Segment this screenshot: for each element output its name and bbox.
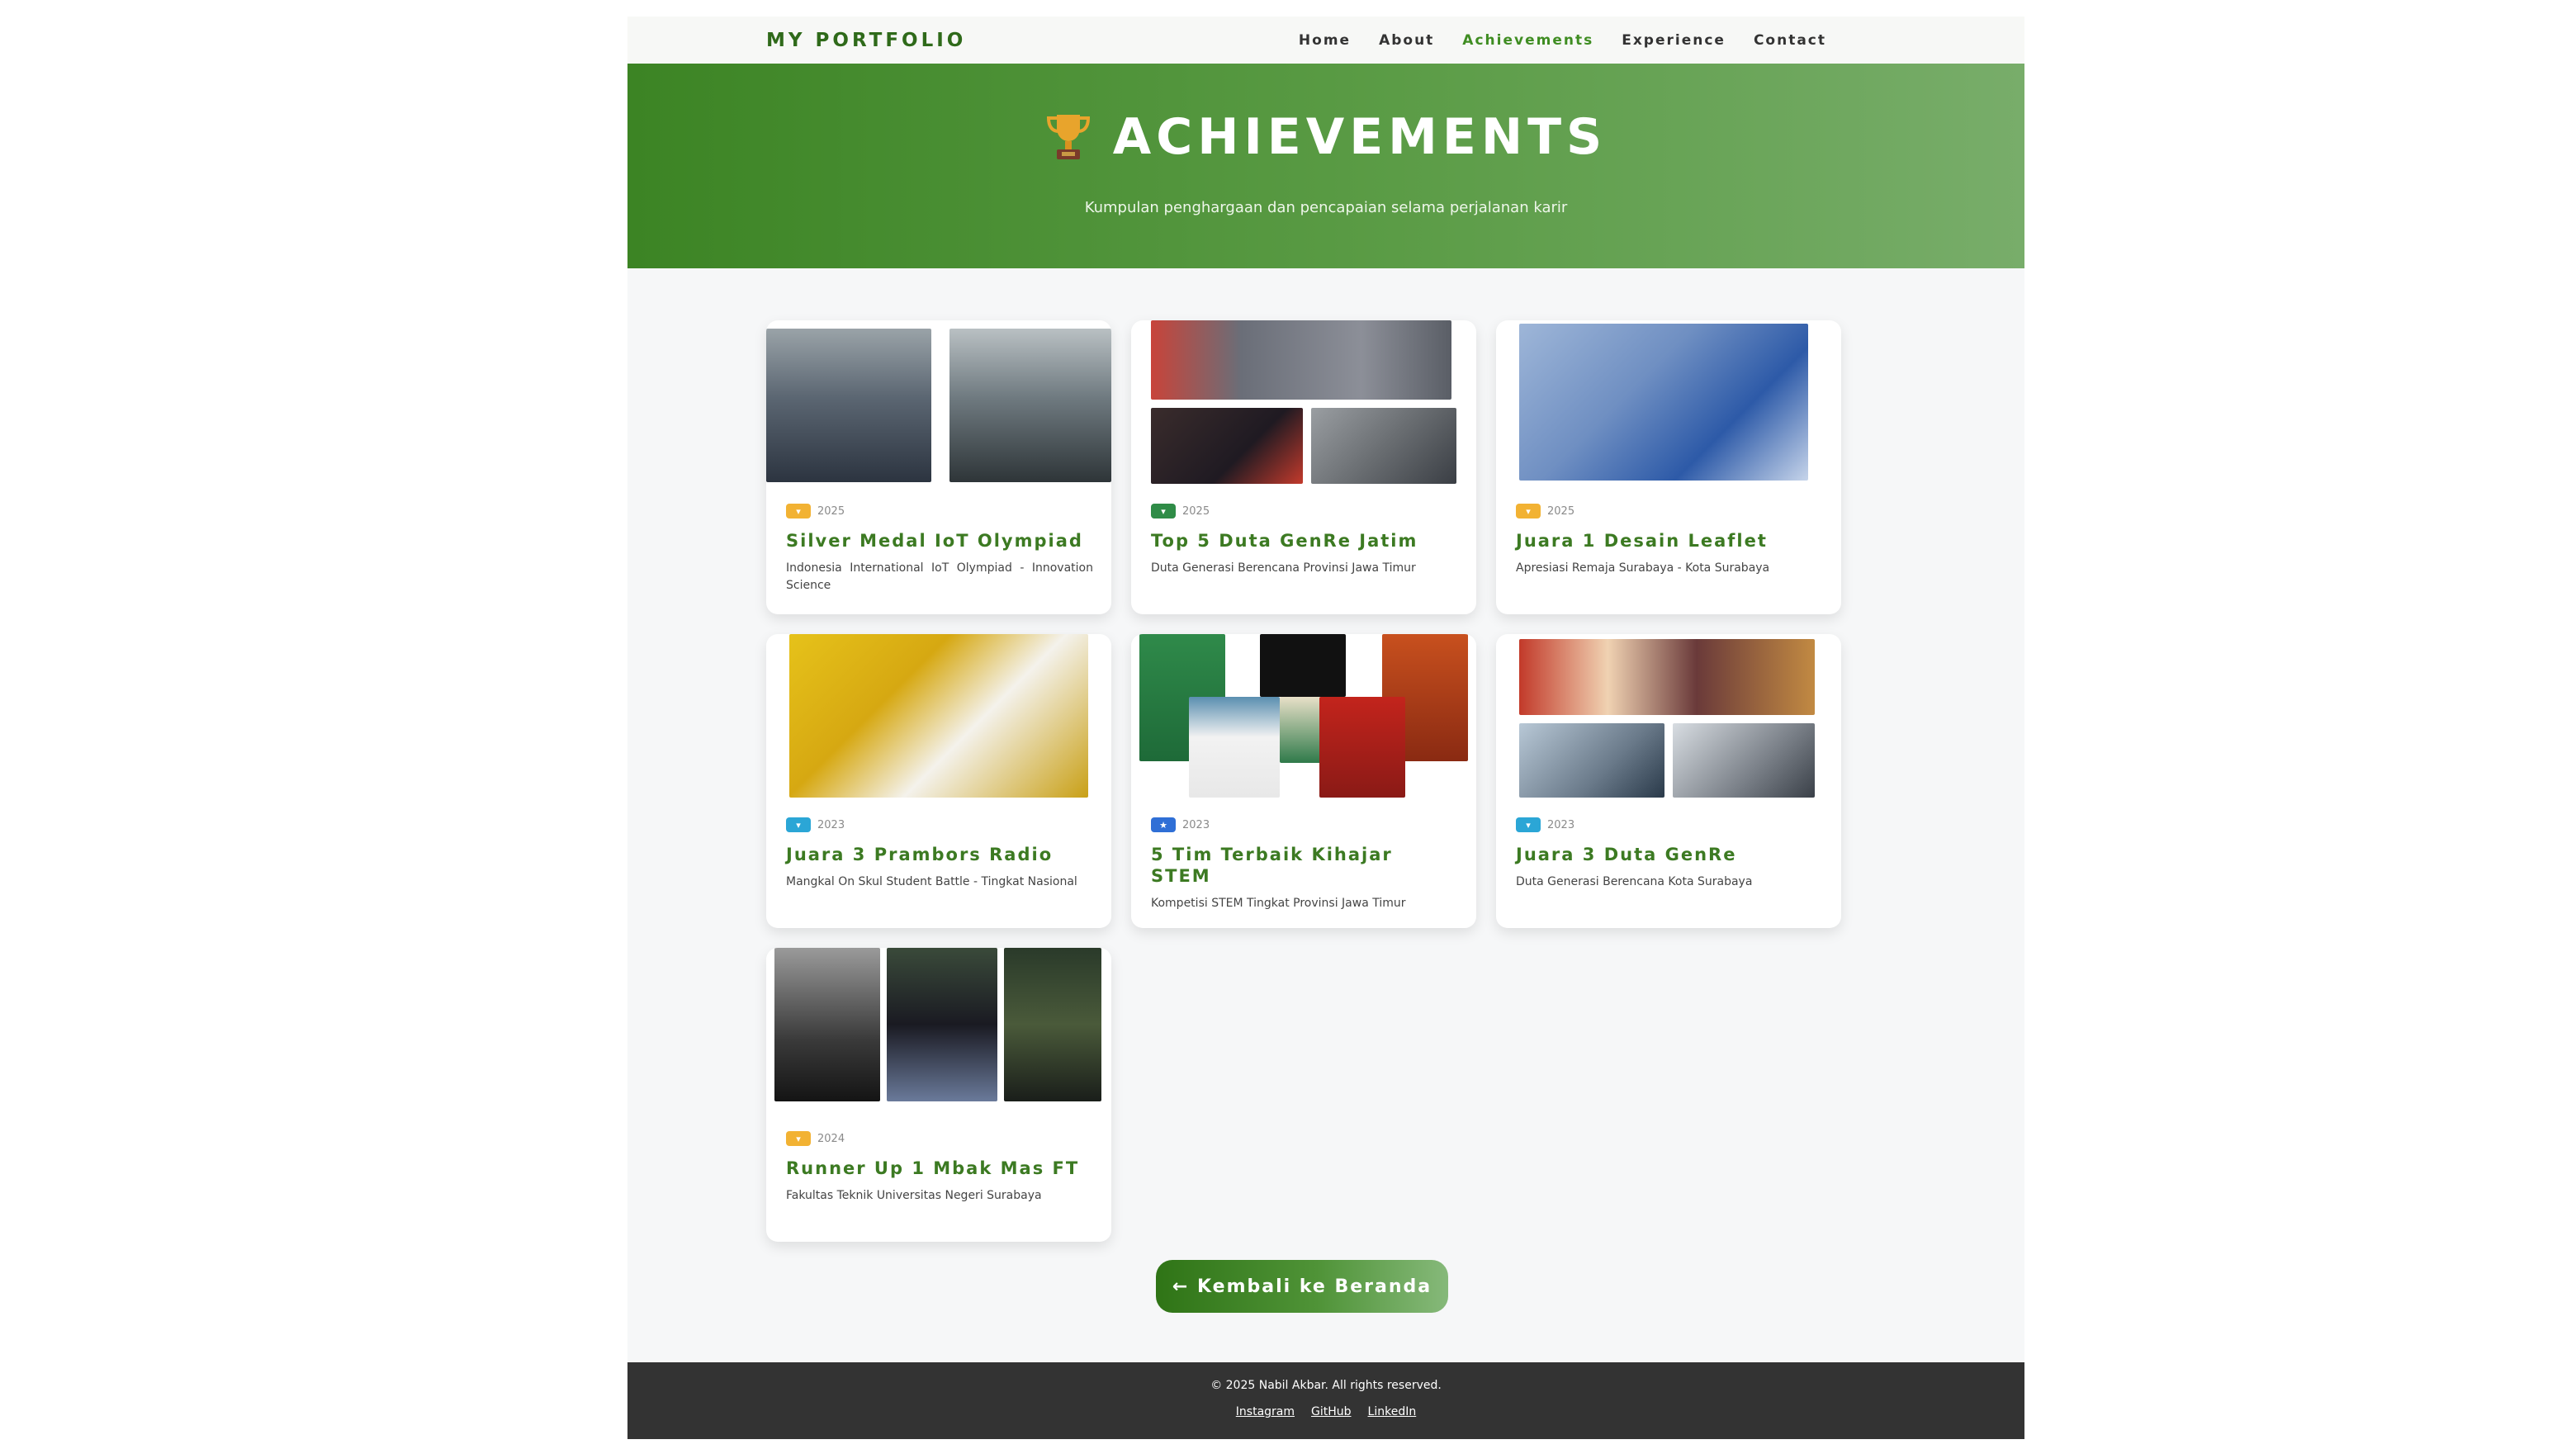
achievements-grid: ▾ 2025 Silver Medal IoT Olympiad Indones… (766, 320, 1841, 1242)
achievement-card[interactable]: ▾ 2025 Top 5 Duta GenRe Jatim Duta Gener… (1131, 320, 1476, 614)
achievement-title: Runner Up 1 Mbak Mas FT (786, 1158, 1080, 1178)
achievement-photo (1496, 320, 1841, 484)
back-to-home-button[interactable]: ← Kembali ke Beranda (1156, 1260, 1448, 1313)
achievement-title: Juara 1 Desain Leaflet (1516, 531, 1768, 551)
social-links: Instagram GitHub LinkedIn (627, 1405, 2024, 1418)
nav-link-about[interactable]: About (1379, 32, 1434, 49)
achievement-card[interactable]: ▾ 2023 Juara 3 Prambors Radio Mangkal On… (766, 634, 1111, 928)
nav-links: Home About Achievements Experience Conta… (1299, 32, 1826, 49)
page-title: ACHIEVEMENTS (1112, 108, 1608, 166)
achievement-description: Indonesia International IoT Olympiad - I… (786, 561, 1093, 592)
hero-banner: ACHIEVEMENTS Kumpulan penghargaan dan pe… (627, 64, 2024, 268)
medal-icon: ▾ (786, 1131, 811, 1146)
achievement-description: Mangkal On Skul Student Battle - Tingkat… (786, 875, 1077, 888)
achievement-description: Duta Generasi Berencana Provinsi Jawa Ti… (1151, 561, 1416, 575)
achievement-description: Apresiasi Remaja Surabaya - Kota Surabay… (1516, 561, 1770, 575)
star-icon: ★ (1151, 817, 1176, 832)
achievement-title: Juara 3 Duta GenRe (1516, 845, 1737, 864)
medal-icon: ▾ (1151, 504, 1176, 519)
achievement-photo (766, 320, 1111, 484)
achievement-title: Juara 3 Prambors Radio (786, 845, 1054, 864)
linkedin-link[interactable]: LinkedIn (1368, 1405, 1417, 1418)
achievement-year: 2025 (817, 504, 845, 518)
medal-icon: ▾ (1516, 504, 1541, 519)
page-subtitle: Kumpulan penghargaan dan pencapaian sela… (1084, 199, 1568, 216)
achievement-description: Fakultas Teknik Universitas Negeri Surab… (786, 1189, 1042, 1202)
nav-link-achievements[interactable]: Achievements (1462, 32, 1593, 49)
achievement-card[interactable]: ▾ 2023 Juara 3 Duta GenRe Duta Generasi … (1496, 634, 1841, 928)
achievement-card[interactable]: ★ 2023 5 Tim Terbaik Kihajar STEM Kompet… (1131, 634, 1476, 928)
achievement-photo (1131, 634, 1476, 798)
achievement-year: 2023 (1182, 818, 1210, 831)
achievement-photo (766, 634, 1111, 798)
achievement-photo (1131, 320, 1476, 484)
achievement-title: Top 5 Duta GenRe Jatim (1151, 531, 1418, 551)
achievement-year: 2025 (1547, 504, 1575, 518)
page: MY PORTFOLIO Home About Achievements Exp… (627, 17, 2024, 1439)
achievement-photo (1496, 634, 1841, 798)
nav-link-home[interactable]: Home (1299, 32, 1351, 49)
achievement-year: 2024 (817, 1132, 845, 1145)
instagram-link[interactable]: Instagram (1236, 1405, 1295, 1418)
nav-link-experience[interactable]: Experience (1622, 32, 1726, 49)
copyright-text: © 2025 Nabil Akbar. All rights reserved. (1210, 1379, 1442, 1392)
medal-icon: ▾ (786, 504, 811, 519)
medal-icon: ▾ (1516, 817, 1541, 832)
github-link[interactable]: GitHub (1311, 1405, 1352, 1418)
achievement-year: 2023 (817, 818, 845, 831)
hero-heading: ACHIEVEMENTS (627, 108, 2024, 166)
achievement-description: Kompetisi STEM Tingkat Provinsi Jawa Tim… (1151, 897, 1406, 910)
achievement-description: Duta Generasi Berencana Kota Surabaya (1516, 875, 1753, 888)
footer: © 2025 Nabil Akbar. All rights reserved.… (627, 1362, 2024, 1439)
achievement-title: Silver Medal IoT Olympiad (786, 531, 1083, 551)
achievement-card[interactable]: ▾ 2024 Runner Up 1 Mbak Mas FT Fakultas … (766, 948, 1111, 1242)
achievement-year: 2025 (1182, 504, 1210, 518)
achievement-card[interactable]: ▾ 2025 Silver Medal IoT Olympiad Indones… (766, 320, 1111, 614)
medal-icon: ▾ (786, 817, 811, 832)
trophy-icon (1046, 115, 1090, 159)
achievement-photo (766, 948, 1111, 1111)
achievement-year: 2023 (1547, 818, 1575, 831)
top-navbar: MY PORTFOLIO Home About Achievements Exp… (627, 17, 2024, 64)
brand-logo[interactable]: MY PORTFOLIO (766, 30, 966, 51)
nav-link-contact[interactable]: Contact (1754, 32, 1826, 49)
achievement-title: 5 Tim Terbaik Kihajar STEM (1151, 845, 1393, 886)
achievement-card[interactable]: ▾ 2025 Juara 1 Desain Leaflet Apresiasi … (1496, 320, 1841, 614)
